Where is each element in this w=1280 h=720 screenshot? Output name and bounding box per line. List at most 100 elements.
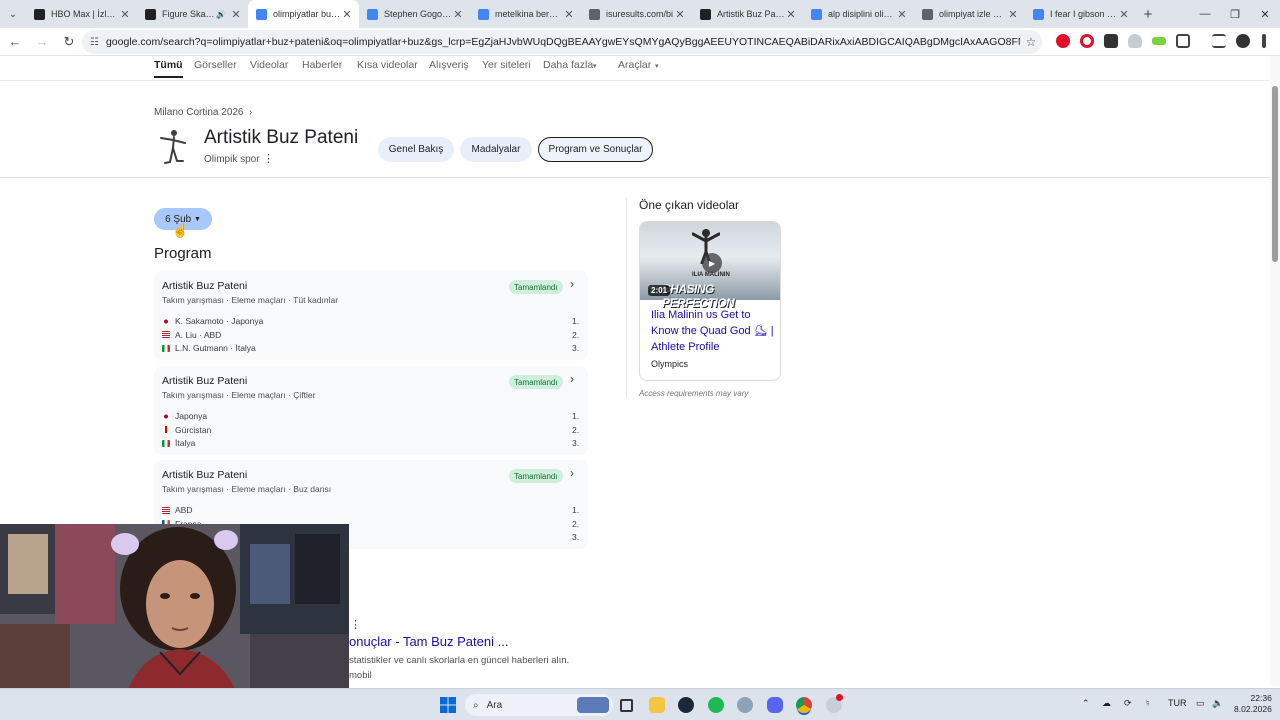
tab-close-icon[interactable]: ✕ <box>674 8 686 21</box>
media-control-icon[interactable] <box>1212 34 1226 48</box>
search-category-4[interactable]: Kısa videolar <box>357 59 418 71</box>
browser-tab-bar: ⌄ HBO Max | İzleme ✕ Figure Skating 🔊 ✕ olimp… <box>0 0 1280 28</box>
search-category-3[interactable]: Haberler <box>302 59 342 71</box>
event-title: Artistik Buz Pateni <box>162 280 248 292</box>
more-options-icon[interactable]: ⋮ <box>263 152 274 165</box>
tab-audio-icon[interactable]: 🔊 <box>216 10 226 19</box>
chrome-icon[interactable] <box>796 697 812 713</box>
tab-search-button[interactable]: ⌄ <box>0 0 26 28</box>
reload-button[interactable]: ↻ <box>57 30 81 54</box>
result-title-link[interactable]: onuçlar - Tam Buz Pateni ... <box>349 634 508 649</box>
browser-tab[interactable]: Stephen Gogolev ✕ <box>359 0 470 28</box>
clock-date: 8.02.2026 <box>1234 704 1272 714</box>
site-info-icon[interactable]: ☷ <box>90 37 99 48</box>
browser-tab[interactable]: HBO Max | İzleme ✕ <box>26 0 137 28</box>
opera-extension-icon[interactable] <box>1056 34 1070 48</box>
tray-overflow-icon[interactable]: ⌃ <box>1082 698 1090 709</box>
maximize-button[interactable]: ❐ <box>1220 0 1250 28</box>
event-card[interactable]: Artistik Buz Pateni Takım yarışması · Ele… <box>154 271 588 360</box>
screenshot-extension-icon[interactable] <box>1104 34 1118 48</box>
pinterest-extension-icon[interactable] <box>1080 34 1094 48</box>
browser-tab[interactable]: Figure Skating 🔊 ✕ <box>137 0 248 28</box>
tab-close-icon[interactable]: ✕ <box>230 8 242 21</box>
extensions-puzzle-icon[interactable] <box>1176 34 1190 48</box>
tab-close-icon[interactable]: ✕ <box>896 8 908 21</box>
tab-title: alp disiplini olimp <box>828 9 896 19</box>
search-category-1[interactable]: Görseller <box>194 59 237 71</box>
language-indicator[interactable]: TUR <box>1168 698 1187 708</box>
breadcrumb[interactable]: Milano Cortina 2026 › <box>154 107 252 118</box>
event-subtitle: Takım yarışması · Eleme maçları · Tüt ka… <box>162 295 339 305</box>
rank-value: 3. <box>572 532 580 542</box>
video-title-link[interactable]: Ilia Malinin ᴜs Get to Know the Quad God… <box>651 307 777 355</box>
chip-medals[interactable]: Madalyalar <box>460 137 532 162</box>
breadcrumb-label: Milano Cortina 2026 <box>154 107 244 118</box>
browser-tab[interactable]: I fear I gibson - G ✕ <box>1025 0 1136 28</box>
video-thumbnail[interactable]: ILIA MALININ CHASING PERFECTION ▶ 2:01 <box>640 222 780 310</box>
flag-jp-icon <box>162 317 170 325</box>
search-category-2[interactable]: Videolar <box>250 59 288 71</box>
back-button[interactable]: ← <box>3 30 27 54</box>
microphone-tray-icon[interactable]: ♮ <box>1146 698 1149 709</box>
network-tray-icon[interactable]: ☁ <box>1102 698 1111 709</box>
scrollbar-thumb[interactable] <box>1272 86 1278 262</box>
page-scrollbar[interactable] <box>1270 56 1280 686</box>
settings-app-icon[interactable] <box>737 697 753 713</box>
profile-avatar-icon[interactable] <box>1236 34 1250 48</box>
chevron-right-icon[interactable]: › <box>570 372 574 386</box>
browser-menu-icon[interactable] <box>1262 34 1266 48</box>
browser-tab[interactable]: alp disiplini olimp ✕ <box>803 0 914 28</box>
search-category-8[interactable]: Araçlar <box>618 59 651 71</box>
spotify-icon[interactable] <box>708 697 724 713</box>
chip-overview[interactable]: Genel Bakış <box>378 137 454 162</box>
display-tray-icon[interactable]: ▭ <box>1196 698 1205 709</box>
battery-extension-icon[interactable] <box>1152 37 1166 45</box>
close-window-button[interactable]: ✕ <box>1250 0 1280 28</box>
windows-start-icon[interactable] <box>440 697 456 713</box>
discord-icon[interactable] <box>767 697 783 713</box>
sync-tray-icon[interactable]: ⟳ <box>1124 698 1132 709</box>
volume-tray-icon[interactable]: 🔈 <box>1212 698 1223 709</box>
tab-close-icon[interactable]: ✕ <box>452 8 464 21</box>
browser-tab[interactable]: olimpiyat izle 202 ✕ <box>914 0 1025 28</box>
play-icon[interactable]: ▶ <box>702 253 722 273</box>
tab-title: Stephen Gogolev <box>384 9 452 19</box>
forward-button[interactable]: → <box>30 30 54 54</box>
bookmark-star-icon[interactable]: ☆ <box>1020 35 1042 49</box>
tab-close-icon[interactable]: ✕ <box>1118 8 1130 21</box>
shield-extension-icon[interactable] <box>1128 34 1142 48</box>
taskbar-clock[interactable]: 22:36 8.02.2026 <box>1234 693 1272 715</box>
chevron-right-icon[interactable]: › <box>570 277 574 291</box>
minimize-button[interactable]: — <box>1190 0 1220 28</box>
result-row: İtalya <box>162 438 195 448</box>
rank-value: 2. <box>572 424 580 435</box>
taskbar-search-box[interactable]: ⌕ Ara <box>465 694 613 716</box>
event-card[interactable]: Artistik Buz Pateni Takım yarışması · Ele… <box>154 366 588 455</box>
file-explorer-icon[interactable] <box>649 697 665 713</box>
chip-program-results[interactable]: Program ve Sonuçlar <box>538 137 653 162</box>
steam-icon[interactable] <box>678 697 694 713</box>
video-card[interactable]: ILIA MALININ CHASING PERFECTION ▶ 2:01 I… <box>639 221 781 381</box>
status-badge: Tamamlandı <box>509 469 563 483</box>
chevron-right-icon[interactable]: › <box>570 466 574 480</box>
clock-time: 22:36 <box>1250 693 1272 703</box>
browser-tab[interactable]: olimpiyatlar buz p ✕ <box>248 0 359 28</box>
search-category-5[interactable]: Alışveriş <box>429 59 469 71</box>
browser-tab[interactable]: isuresults.com/bi ✕ <box>581 0 692 28</box>
task-view-icon[interactable] <box>620 699 633 712</box>
new-tab-button[interactable]: + <box>1136 6 1160 23</box>
browser-tab[interactable]: metelkina berulav ✕ <box>470 0 581 28</box>
search-category-6[interactable]: Yer siteleri <box>482 59 531 71</box>
result-options-icon[interactable]: ⋮ <box>350 618 361 631</box>
google-icon <box>811 8 822 20</box>
search-category-0[interactable]: Tümü <box>154 59 183 78</box>
address-bar[interactable]: ☷ google.com/search?q=olimpiyatlar+buz+p… <box>82 30 1042 54</box>
tab-close-icon[interactable]: ✕ <box>1007 8 1019 21</box>
search-category-7[interactable]: Daha fazla <box>543 59 593 71</box>
browser-tab[interactable]: Artistik Buz Paten ✕ <box>692 0 803 28</box>
tab-close-icon[interactable]: ✕ <box>119 8 131 21</box>
tab-close-icon[interactable]: ✕ <box>341 8 353 21</box>
tab-close-icon[interactable]: ✕ <box>785 8 797 21</box>
flag-us-icon <box>162 331 170 338</box>
tab-close-icon[interactable]: ✕ <box>563 8 575 21</box>
